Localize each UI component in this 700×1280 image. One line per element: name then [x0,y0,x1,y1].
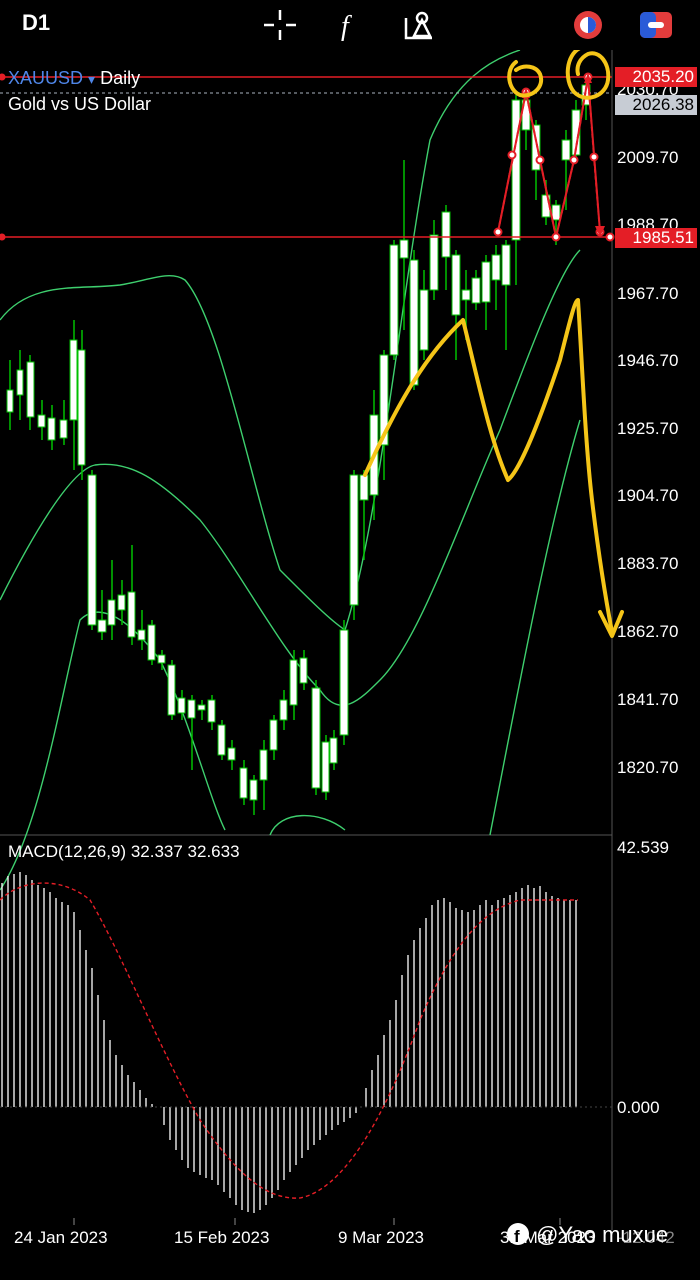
price-label: 1883.70 [617,554,679,573]
date-label: 15 Feb 2023 [174,1228,270,1247]
resistance-line-handle[interactable] [0,73,6,81]
price-label: 1904.70 [617,486,679,505]
svg-text:f: f [514,1227,520,1246]
date-label: 24 Jan 2023 [14,1228,108,1247]
facebook-icon: f [507,1223,529,1246]
bollinger-middle [0,249,581,706]
svg-text:f: f [341,11,352,42]
symbol-selector[interactable]: XAUUSD ▾ Daily [8,68,140,89]
price-label: 1841.70 [617,690,679,709]
macd-zero-label: 0.000 [617,1098,660,1117]
bollinger-lower [0,419,581,891]
bid-price-tag: 2026.38 [615,95,697,115]
support-price-tag: 1985.51 [615,228,697,248]
yellow-projection-path [363,298,614,634]
price-label: 1925.70 [617,419,679,438]
symbol-name: XAUUSD [8,68,84,88]
macd-label: MACD(12,26,9) 32.337 32.633 [8,842,240,861]
symbol-arrow: ▾ [88,71,96,87]
price-label: 1967.70 [617,284,679,303]
date-ticks [73,1218,561,1225]
macd-signal-line [0,882,578,1199]
support-line-handle[interactable] [0,233,6,241]
watermark: f @Yao muxue [506,1222,668,1248]
price-chart[interactable] [0,50,700,1280]
price-label: 2009.70 [617,148,679,167]
watermark-text: @Yao muxue [536,1222,669,1247]
crosshair-icon[interactable] [262,8,298,42]
macd-histogram [1,872,577,1213]
macd-max-label: 42.539 [617,838,669,857]
trade-icon[interactable] [638,8,674,42]
resistance-price-tag: 2035.20 [615,67,697,87]
price-label: 1946.70 [617,351,679,370]
symbol-description: Gold vs US Dollar [8,94,152,114]
candle-wicks [9,80,587,815]
bollinger-bands [0,50,581,891]
objects-icon[interactable] [402,8,438,42]
top-toolbar: D1 f [0,0,700,50]
price-label: 1862.70 [617,622,679,641]
timeframe-button[interactable]: D1 [22,10,50,36]
yellow-freehand-drawing[interactable] [363,50,624,638]
symbol-period: Daily [100,68,141,88]
candle-bodies [6,84,591,801]
date-label: 9 Mar 2023 [338,1228,424,1247]
price-label: 1820.70 [617,758,679,777]
function-icon[interactable]: f [332,8,368,42]
clock-icon[interactable] [570,8,606,42]
